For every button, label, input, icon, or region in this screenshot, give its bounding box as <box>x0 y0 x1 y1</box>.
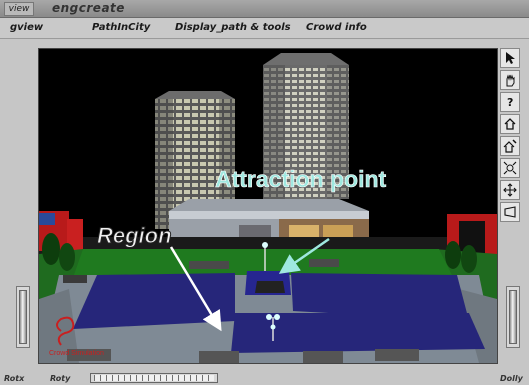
help-button[interactable]: ? <box>500 92 520 112</box>
svg-text:?: ? <box>507 96 513 109</box>
viewer-toolbar: ? <box>500 48 522 224</box>
menu-pathincity[interactable]: PathInCity <box>92 22 150 33</box>
view-all-icon <box>503 161 517 175</box>
attraction-point-label: Attraction point <box>215 166 387 192</box>
dolly-thumbwheel[interactable] <box>506 286 520 348</box>
menu-crowd-info[interactable]: Crowd info <box>306 22 367 33</box>
roty-label: Roty <box>50 374 71 383</box>
set-home-icon <box>503 139 517 153</box>
scene-render: Crowd Simulation Attraction point Region <box>39 49 497 363</box>
roty-thumbwheel[interactable] <box>90 373 218 383</box>
hand-icon <box>506 74 515 87</box>
view-all-button[interactable] <box>500 158 520 178</box>
arrow-icon <box>506 52 515 64</box>
help-icon: ? <box>507 96 513 109</box>
seek-icon <box>503 183 517 197</box>
title-bar: view engcreate <box>0 0 529 18</box>
view-tool[interactable] <box>500 70 520 90</box>
region-label: Region <box>97 223 172 248</box>
dolly-label: Dolly <box>500 374 523 383</box>
menu-gview[interactable]: gview <box>10 22 43 33</box>
window-menu-button[interactable]: view <box>4 2 34 16</box>
rotx-label: Rotx <box>4 374 25 383</box>
rotx-thumbwheel[interactable] <box>16 286 30 348</box>
pick-tool[interactable] <box>500 48 520 68</box>
window-title: engcreate <box>52 1 125 15</box>
perspective-button[interactable] <box>500 202 520 222</box>
menu-display-path-tools[interactable]: Display_path & tools <box>175 22 291 33</box>
home-icon <box>504 118 516 130</box>
3d-viewport[interactable]: Crowd Simulation Attraction point Region <box>38 48 498 364</box>
home-button[interactable] <box>500 114 520 134</box>
set-home-button[interactable] <box>500 136 520 156</box>
perspective-icon <box>504 206 516 218</box>
seek-button[interactable] <box>500 180 520 200</box>
logo-label: Crowd Simulation <box>49 350 104 357</box>
menu-bar: gview PathInCity Display_path & tools Cr… <box>0 18 529 39</box>
